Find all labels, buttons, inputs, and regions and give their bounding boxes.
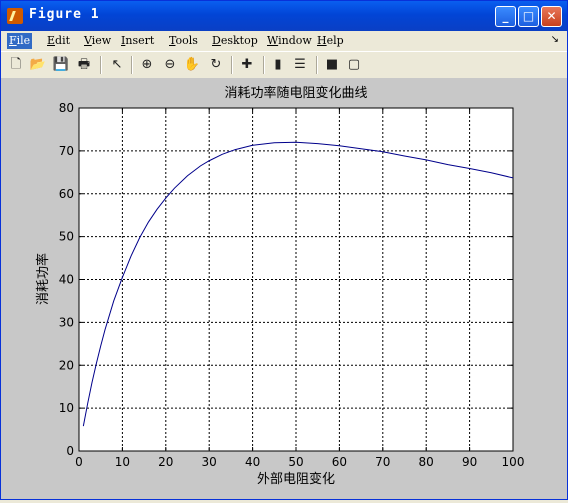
- y-tick-label: 10: [59, 401, 74, 415]
- x-tick-label: 0: [75, 455, 83, 469]
- maximize-button[interactable]: □: [518, 6, 539, 27]
- y-tick-label: 60: [59, 187, 74, 201]
- menu-bar: File Edit View Insert Tools Desktop Wind…: [1, 31, 567, 51]
- menu-tools[interactable]: Tools: [167, 33, 200, 49]
- minimize-button[interactable]: _: [495, 6, 516, 27]
- x-axis-label: 外部电阻变化: [257, 471, 335, 487]
- figure-canvas: 0 10 20 30 40 50 60 70 80 90 100 0 10 20 30 40 50 60 70 80 …: [1, 78, 567, 499]
- menu-window[interactable]: Window: [265, 33, 314, 49]
- toolbar-separator: [131, 56, 133, 74]
- colorbar-icon[interactable]: ▮: [269, 56, 287, 74]
- print-icon[interactable]: 🖶: [75, 56, 93, 74]
- y-tick-label: 20: [59, 358, 74, 372]
- title-bar[interactable]: Figure 1 _ □ ✕: [1, 1, 567, 31]
- zoom-in-icon[interactable]: ⊕: [138, 56, 156, 74]
- y-tick-label: 70: [59, 144, 74, 158]
- toolbar-separator: [263, 56, 265, 74]
- x-tick-label: 50: [288, 455, 303, 469]
- y-axis-label: 消耗功率: [35, 253, 51, 305]
- new-file-icon[interactable]: 🗋: [7, 56, 25, 74]
- close-button[interactable]: ✕: [541, 6, 562, 27]
- legend-icon[interactable]: ☰: [291, 56, 309, 74]
- x-tick-label: 30: [202, 455, 217, 469]
- x-tick-label: 40: [245, 455, 260, 469]
- window-title: Figure 1: [29, 7, 100, 22]
- y-tick-label: 40: [59, 273, 74, 287]
- y-tick-label: 80: [59, 101, 74, 115]
- x-tick-label: 10: [115, 455, 130, 469]
- hide-tools-icon[interactable]: ■: [323, 56, 341, 74]
- y-tick-label: 50: [59, 230, 74, 244]
- toolbar-separator: [100, 56, 102, 74]
- pointer-icon[interactable]: ↖: [108, 56, 126, 74]
- rotate-3d-icon[interactable]: ↻: [207, 56, 225, 74]
- menu-edit[interactable]: Edit: [45, 33, 72, 49]
- x-tick-label: 60: [332, 455, 347, 469]
- x-tick-label: 20: [158, 455, 173, 469]
- save-icon[interactable]: 💾: [52, 56, 70, 74]
- x-tick-label: 80: [419, 455, 434, 469]
- matlab-logo-icon: [7, 8, 23, 24]
- plot-area: 0 10 20 30 40 50 60 70 80 90 10001020304050607080 …: [35, 85, 525, 487]
- y-tick-label: 0: [66, 444, 74, 458]
- x-tick-label: 70: [375, 455, 390, 469]
- menu-desktop[interactable]: Desktop: [210, 33, 260, 49]
- chart-title: 消耗功率随电阻变化曲线: [224, 85, 367, 101]
- toolbar-separator: [231, 56, 233, 74]
- menu-help[interactable]: Help: [315, 33, 346, 49]
- x-tick-label: 90: [462, 455, 477, 469]
- open-folder-icon[interactable]: 📂: [29, 56, 47, 74]
- x-tick-label: 100: [502, 455, 525, 469]
- figure-window: Figure 1 _ □ ✕ File Edit View Insert Too…: [0, 0, 568, 500]
- menu-file[interactable]: File: [7, 33, 33, 49]
- data-cursor-icon[interactable]: ✚: [238, 56, 256, 74]
- menu-insert[interactable]: Insert: [119, 33, 156, 49]
- zoom-out-icon[interactable]: ⊖: [161, 56, 179, 74]
- show-tools-icon[interactable]: ▢: [345, 56, 363, 74]
- toolbar-separator: [316, 56, 318, 74]
- figure-toolbar: 🗋 📂 💾 🖶 ↖ ⊕ ⊖ ✋ ↻ ✚ ▮ ☰ ■ ▢: [1, 51, 567, 79]
- pan-hand-icon[interactable]: ✋: [183, 56, 201, 74]
- menu-view[interactable]: View: [82, 33, 113, 49]
- menu-dock-arrow-icon[interactable]: ↘: [551, 34, 559, 45]
- y-tick-label: 30: [59, 315, 74, 329]
